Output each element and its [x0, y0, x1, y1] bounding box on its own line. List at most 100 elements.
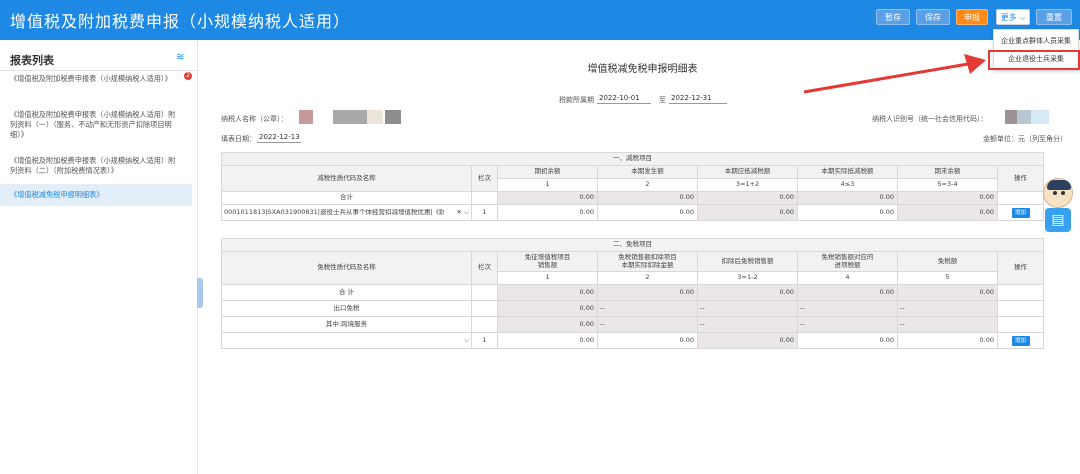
sidebar-item-schedule-2[interactable]: 《增值税及附加税费申报表（小规模纳税人适用）附列资料（二）（附加税费情况表）》	[10, 156, 180, 176]
main-content: 增值税减免税申报明细表 税款所属期 2022-10-01 至 2022-12-3…	[205, 40, 1080, 474]
save-button[interactable]: 保存	[916, 9, 950, 25]
value-cell: 0.00	[597, 284, 698, 301]
period-to-label: 至	[659, 96, 666, 104]
op-cell: 增加	[997, 332, 1044, 349]
value-cell: 0.00	[897, 191, 998, 205]
reduction-table: 一、减税项目 减税性质代码及名称 栏次 期初余额 本期发生额 本期应抵减税额 本…	[221, 152, 1044, 221]
document-help-icon[interactable]: ▤	[1045, 208, 1071, 232]
formula-cell: 2	[597, 178, 698, 192]
column-header: 免税销售额对应的 进项税额	[797, 251, 898, 272]
period-label: 税款所属期	[559, 96, 594, 104]
value-cell: 0.00	[797, 191, 898, 205]
table-row: 出口免税 0.00 -- -- -- --	[221, 300, 1044, 317]
select-value: 0001011813|SXA031900831|退役士兵从事个体经营扣减增值税优…	[224, 208, 444, 216]
layers-icon[interactable]: ≋	[176, 52, 184, 63]
avatar-eye	[1053, 191, 1057, 195]
value-cell: 0.00	[597, 191, 698, 205]
row-number	[471, 284, 498, 301]
reset-button[interactable]: 重置	[1036, 9, 1072, 25]
value-input[interactable]: 0.00	[897, 332, 998, 349]
redacted-block	[385, 110, 401, 124]
redacted-block	[333, 110, 367, 124]
formula-cell: 3=1-2	[697, 271, 798, 285]
row-number	[471, 191, 498, 205]
value-cell: --	[897, 316, 998, 333]
exemption-table: 二、免税项目 免税性质代码及名称 栏次 免征增值税项目 销售额 免税销售额扣除项…	[221, 238, 1044, 349]
value-cell: 0.00	[797, 284, 898, 301]
sidebar-item-main-return[interactable]: 《增值税及附加税费申报表（小规模纳税人适用）》	[10, 74, 180, 84]
sidebar-heading: 报表列表	[10, 54, 54, 67]
page-title: 增值税及附加税费申报（小规模纳税人适用）	[10, 12, 351, 31]
value-cell: 0.00	[897, 284, 998, 301]
value-input[interactable]: 0.00	[797, 332, 898, 349]
add-row-button[interactable]: 增加	[1011, 335, 1030, 346]
column-header: 期初余额	[497, 165, 598, 179]
section-title: 一、减税项目	[221, 152, 1044, 166]
form-title: 增值税减免税申报明细表	[587, 64, 698, 75]
row-number: 1	[471, 332, 498, 349]
redacted-block	[1017, 110, 1031, 124]
value-cell: 0.00	[497, 284, 598, 301]
sidebar-collapse-handle[interactable]	[197, 278, 203, 308]
column-header: 本期实际抵减税额	[797, 165, 898, 179]
formula-cell: 4	[797, 271, 898, 285]
op-cell	[997, 316, 1044, 333]
chevron-down-icon[interactable]: ⌵	[464, 336, 469, 344]
redacted-block	[367, 110, 383, 124]
value-cell: 0.00	[697, 191, 798, 205]
value-cell: --	[597, 316, 698, 333]
value-input[interactable]: 0.00	[497, 332, 598, 349]
op-cell	[997, 191, 1044, 205]
redacted-block	[1031, 110, 1049, 124]
more-button[interactable]: 更多 ⌵	[996, 9, 1030, 25]
unit-label: 金额单位：元（列至角分）	[983, 135, 1067, 143]
value-cell: 0.00	[697, 204, 798, 221]
column-header: 本期应抵减税额	[697, 165, 798, 179]
value-cell: --	[597, 300, 698, 317]
table-row: 其中:跨境服务 0.00 -- -- -- --	[221, 316, 1044, 333]
clear-icon[interactable]: ✕ ⌵	[457, 208, 469, 216]
temp-save-button[interactable]: 暂存	[876, 9, 910, 25]
value-cell: 0.00	[497, 300, 598, 317]
value-input[interactable]: 0.00	[597, 204, 698, 221]
value-cell: --	[797, 300, 898, 317]
op-cell: 增加	[997, 204, 1044, 221]
op-cell	[997, 300, 1044, 317]
formula-cell: 5	[897, 271, 998, 285]
sidebar-item-reduction-detail[interactable]: 《增值税减免税申报明细表》	[0, 184, 192, 206]
op-cell	[997, 284, 1044, 301]
table-row: 0001011813|SXA031900831|退役士兵从事个体经营扣减增值税优…	[221, 204, 1044, 221]
table-row: ⌵ 1 0.00 0.00 0.00 0.00 0.00 增加	[221, 332, 1044, 349]
chevron-down-icon: ⌵	[1019, 13, 1026, 22]
column-header: 减税性质代码及名称	[221, 165, 472, 192]
exemption-code-select[interactable]: ⌵	[221, 332, 472, 349]
column-header: 免税销售额扣除项目 本期实际扣除金额	[597, 251, 698, 272]
column-header: 栏次	[471, 251, 498, 285]
row-number	[471, 300, 498, 317]
value-cell: 0.00	[697, 284, 798, 301]
column-header: 栏次	[471, 165, 498, 192]
add-row-button[interactable]: 增加	[1011, 207, 1030, 218]
value-cell: 0.00	[897, 204, 998, 221]
value-input[interactable]: 0.00	[597, 332, 698, 349]
assistant-avatar-icon[interactable]	[1043, 178, 1073, 208]
sidebar: 报表列表 ≋ 《增值税及附加税费申报表（小规模纳税人适用）》 2 《增值税及附加…	[0, 40, 198, 474]
formula-cell: 5=3-4	[897, 178, 998, 192]
divider	[0, 70, 197, 71]
table-row: 合计 0.00 0.00 0.00 0.00 0.00	[221, 191, 1044, 205]
value-input[interactable]: 0.00	[497, 204, 598, 221]
column-header: 期末余额	[897, 165, 998, 179]
fill-date-field[interactable]: 2022-12-13	[257, 133, 301, 143]
sidebar-item-schedule-1[interactable]: 《增值税及附加税费申报表（小规模纳税人适用）附列资料（一）（服务、不动产和无形资…	[10, 110, 180, 140]
declare-button[interactable]: 申报	[956, 9, 988, 25]
formula-cell: 1	[497, 178, 598, 192]
value-cell: 0.00	[497, 316, 598, 333]
period-to-field[interactable]: 2022-12-31	[669, 94, 727, 104]
period-from-field[interactable]: 2022-10-01	[597, 94, 651, 104]
reduction-code-select[interactable]: 0001011813|SXA031900831|退役士兵从事个体经营扣减增值税优…	[221, 204, 472, 221]
fill-date-label: 填表日期：	[221, 135, 256, 143]
value-cell: 0.00	[697, 332, 798, 349]
notification-badge: 2	[184, 72, 192, 80]
value-input[interactable]: 0.00	[797, 204, 898, 221]
redacted-block	[299, 110, 313, 124]
